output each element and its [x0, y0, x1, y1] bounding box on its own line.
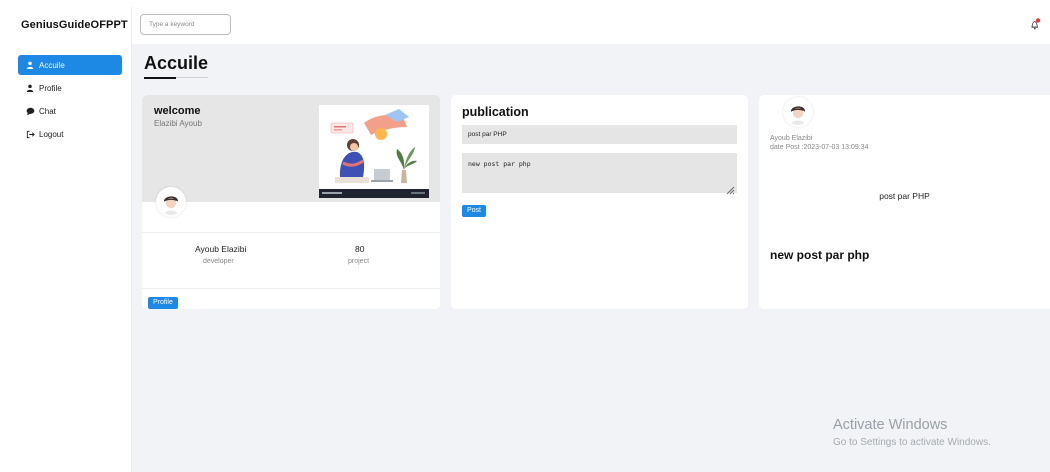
- profile-divider: [142, 232, 440, 233]
- activate-windows-title: Activate Windows: [833, 417, 948, 433]
- chat-icon: [25, 106, 35, 116]
- welcome-subtitle: Elazibi Ayoub: [154, 119, 202, 128]
- post-title-input[interactable]: [462, 125, 737, 144]
- sidebar-item-chat[interactable]: Chat: [18, 101, 122, 121]
- post-date: date Post :2023-07-03 13:09:34: [770, 144, 869, 151]
- sidebar-item-label: Chat: [39, 106, 56, 116]
- profile-role: developer: [203, 258, 234, 265]
- welcome-heading: welcome: [154, 105, 201, 117]
- profile-divider-bottom: [142, 288, 440, 289]
- post-subject: post par PHP: [879, 191, 930, 201]
- sidebar-item-accuile[interactable]: Accuile: [18, 55, 122, 75]
- page-title: Accuile: [144, 53, 209, 73]
- title-underline-light: [176, 77, 208, 78]
- post-body-textarea[interactable]: new post par php: [462, 153, 737, 193]
- profile-card-header: welcome Elazibi Ayoub: [142, 95, 440, 202]
- profile-name: Ayoub Elazibi: [195, 244, 247, 254]
- sidebar-item-label: Accuile: [39, 60, 65, 70]
- sidebar-item-logout[interactable]: Logout: [18, 124, 122, 144]
- profile-illustration: [319, 105, 429, 198]
- avatar[interactable]: [156, 187, 186, 217]
- profile-card: welcome Elazibi Ayoub Ayoub Elazibi deve…: [142, 95, 440, 309]
- resize-grip-icon[interactable]: [725, 182, 735, 195]
- sidebar-nav: Accuile Profile Chat Logout: [18, 55, 122, 147]
- project-count: 80: [355, 244, 365, 254]
- top-bar: [132, 7, 1050, 44]
- bell-icon[interactable]: [1028, 17, 1042, 31]
- profile-button[interactable]: Profile: [148, 297, 178, 309]
- post-button[interactable]: Post: [462, 205, 487, 217]
- avatar[interactable]: [783, 97, 813, 127]
- logout-icon: [25, 129, 35, 139]
- user-icon: [25, 83, 35, 93]
- publication-title: publication: [462, 105, 529, 119]
- sidebar-item-label: Logout: [39, 129, 64, 139]
- main-content: Accuile welcome Elazibi Ayoub Ayoub Elaz…: [132, 44, 1050, 472]
- brand-logo-text[interactable]: GeniusGuideOFPPT: [21, 19, 128, 31]
- sidebar-item-label: Profile: [39, 83, 62, 93]
- search-input[interactable]: [140, 14, 231, 35]
- sidebar: GeniusGuideOFPPT Accuile Profile Chat Lo…: [0, 7, 132, 472]
- sidebar-item-profile[interactable]: Profile: [18, 78, 122, 98]
- post-author: Ayoub Elazibi: [770, 135, 813, 142]
- user-icon: [25, 60, 35, 70]
- title-underline: [144, 77, 176, 79]
- top-strip: [0, 0, 1050, 7]
- post-body: new post par php: [770, 248, 870, 262]
- post-card: Ayoub Elazibi date Post :2023-07-03 13:0…: [759, 95, 1050, 309]
- activate-windows-subtitle: Go to Settings to activate Windows.: [833, 437, 991, 448]
- publication-card: publication new post par php Post: [451, 95, 748, 309]
- project-label: project: [348, 258, 370, 265]
